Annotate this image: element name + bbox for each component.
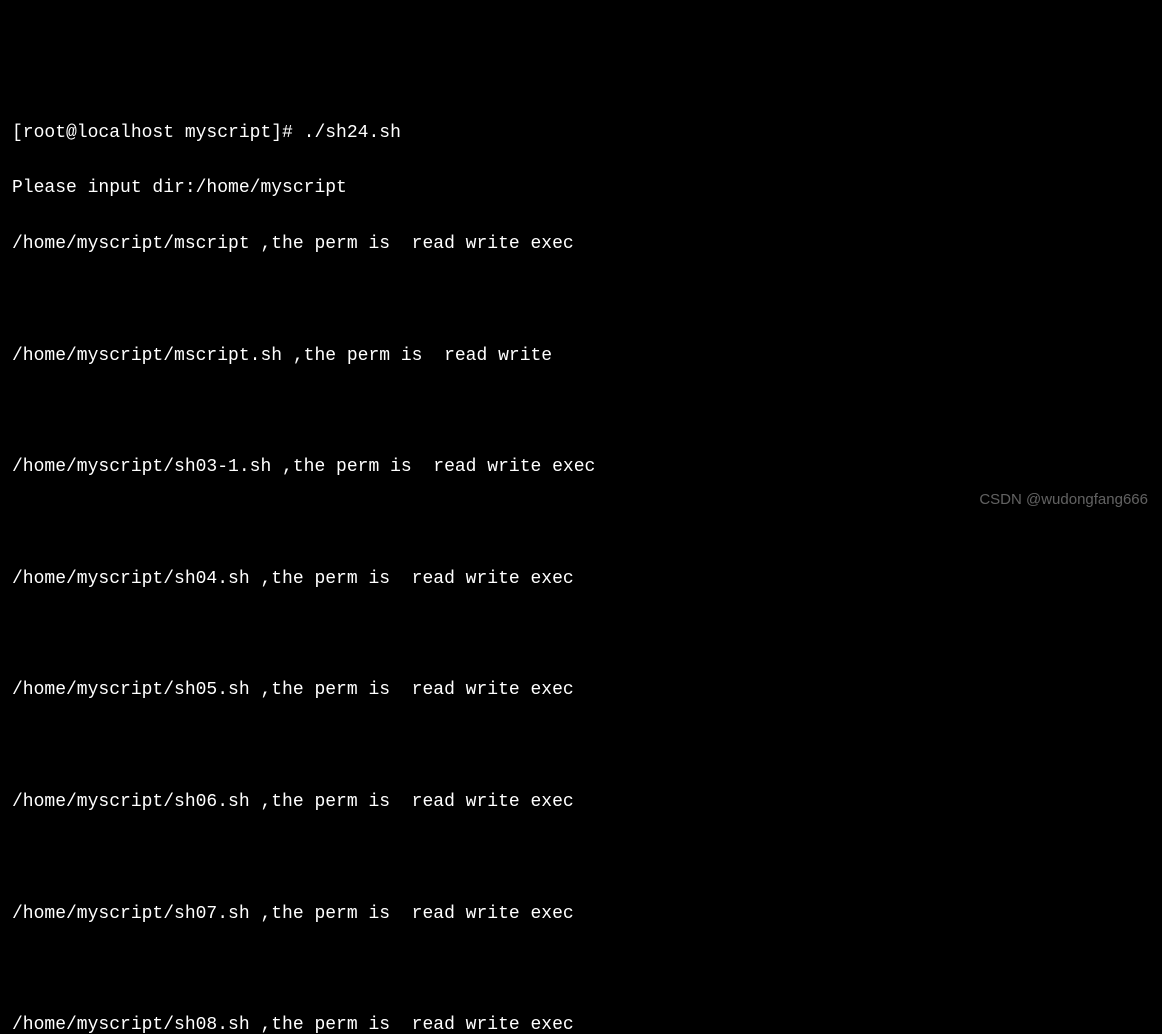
separator-text: ,the perm is	[250, 1015, 412, 1034]
input-prompt-line: Please input dir:/home/myscript	[12, 175, 1150, 203]
permission-text: read write exec	[412, 234, 574, 254]
file-path: /home/myscript/mscript	[12, 234, 250, 254]
output-line: /home/myscript/sh08.sh ,the perm is read…	[12, 1012, 1150, 1034]
file-path: /home/myscript/mscript.sh	[12, 346, 282, 366]
separator-text: ,the perm is	[271, 457, 433, 477]
permission-text: read write exec	[412, 569, 574, 589]
separator-text: ,the perm is	[250, 904, 412, 924]
file-path: /home/myscript/sh07.sh	[12, 904, 250, 924]
separator-text: ,the perm is	[250, 234, 412, 254]
output-line: /home/myscript/sh04.sh ,the perm is read…	[12, 566, 1150, 594]
file-path: /home/myscript/sh03-1.sh	[12, 457, 271, 477]
file-path: /home/myscript/sh05.sh	[12, 680, 250, 700]
permission-text: read write exec	[412, 1015, 574, 1034]
file-path: /home/myscript/sh06.sh	[12, 792, 250, 812]
shell-prompt: [root@localhost myscript]#	[12, 123, 304, 143]
command-text: ./sh24.sh	[304, 123, 401, 143]
permission-text: read write exec	[412, 680, 574, 700]
output-line: /home/myscript/sh06.sh ,the perm is read…	[12, 789, 1150, 817]
blank-line	[12, 733, 1150, 761]
separator-text: ,the perm is	[250, 792, 412, 812]
output-line: /home/myscript/sh03-1.sh ,the perm is re…	[12, 454, 1150, 482]
blank-line	[12, 510, 1150, 538]
output-line: /home/myscript/mscript ,the perm is read…	[12, 231, 1150, 259]
separator-text: ,the perm is	[250, 569, 412, 589]
separator-text: ,the perm is	[282, 346, 444, 366]
permission-text: read write exec	[433, 457, 595, 477]
permission-text: read write	[444, 346, 552, 366]
blank-line	[12, 845, 1150, 873]
output-line: /home/myscript/sh07.sh ,the perm is read…	[12, 901, 1150, 929]
output-line: /home/myscript/mscript.sh ,the perm is r…	[12, 343, 1150, 371]
separator-text: ,the perm is	[250, 680, 412, 700]
permission-text: read write exec	[412, 904, 574, 924]
file-path: /home/myscript/sh04.sh	[12, 569, 250, 589]
blank-line	[12, 287, 1150, 315]
watermark-text: CSDN @wudongfang666	[979, 488, 1148, 511]
output-line: /home/myscript/sh05.sh ,the perm is read…	[12, 677, 1150, 705]
blank-line	[12, 622, 1150, 650]
blank-line	[12, 398, 1150, 426]
file-path: /home/myscript/sh08.sh	[12, 1015, 250, 1034]
command-line: [root@localhost myscript]# ./sh24.sh	[12, 120, 1150, 148]
permission-text: read write exec	[412, 792, 574, 812]
blank-line	[12, 956, 1150, 984]
